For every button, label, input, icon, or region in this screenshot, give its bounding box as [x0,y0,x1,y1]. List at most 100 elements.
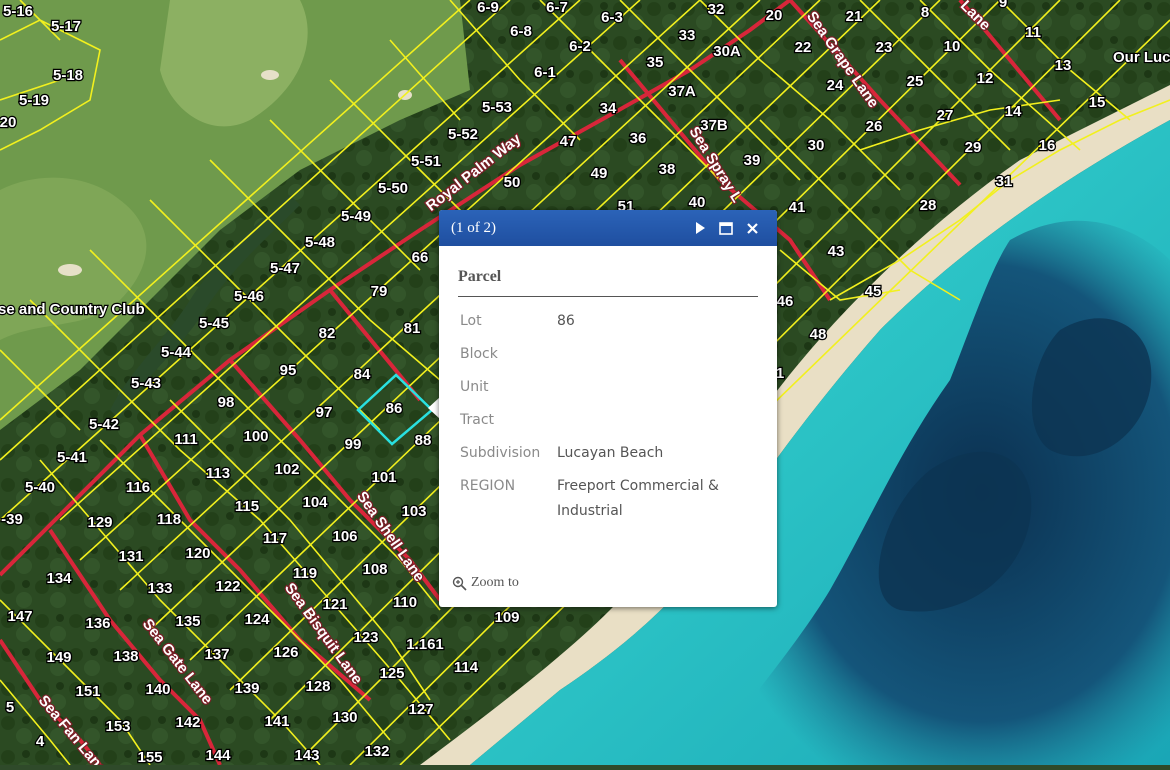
parcel-label: 41 [789,199,806,216]
parcel-label: 5 [6,699,14,716]
parcel-label: 8 [921,4,929,21]
parcel-label: 28 [920,197,937,214]
parcel-label: 125 [379,665,404,682]
parcel-label: 139 [234,680,259,697]
parcel-label: 5-41 [57,449,87,466]
parcel-label: 5-43 [131,375,161,392]
popup-header: (1 of 2) [439,210,777,246]
parcel-label: 21 [846,8,863,25]
next-arrow-icon [696,222,705,234]
parcel-label: 27 [937,107,954,124]
parcel-label: 31 [996,173,1013,190]
parcel-label: 5-47 [270,260,300,277]
parcel-label: 79 [371,283,388,300]
parcel-label: 115 [235,498,259,515]
parcel-label: 5-49 [341,208,371,225]
parcel-label: 109 [494,609,519,626]
parcel-label: 98 [218,394,235,411]
parcel-label: 5-18 [53,67,83,84]
parcel-label: 142 [175,714,200,731]
parcel-label: 84 [354,366,371,383]
parcel-label: 130 [332,709,357,726]
parcel-label: 38 [659,161,676,178]
parcel-label: 6-2 [569,38,591,55]
popup-title: Parcel [458,268,758,297]
parcel-label: 32 [708,1,725,18]
parcel-label: 26 [866,118,883,135]
place-label: se and Country Club [0,301,145,318]
parcel-label: 1 [776,365,784,382]
parcel-label: 12 [977,70,994,87]
parcel-label: 6-8 [510,23,532,40]
parcel-label: 104 [302,494,328,511]
parcel-label: 127 [408,701,433,718]
parcel-label: 81 [404,320,421,337]
parcel-label: 118 [157,511,181,528]
parcel-label: 153 [105,718,130,735]
maximize-button[interactable] [713,215,739,241]
parcel-label: 99 [345,436,362,453]
next-feature-button[interactable] [687,215,713,241]
parcel-label: 15 [1089,94,1106,111]
parcel-label: 25 [907,73,924,90]
parcel-label: 16 [1039,137,1056,154]
attribute-row: Tract [458,404,758,437]
parcel-label: 6-7 [546,0,568,16]
attribute-value: 86 [557,313,575,329]
parcel-label: 143 [294,747,319,764]
parcel-label: 137 [204,646,229,663]
parcel-label: 120 [185,545,210,562]
parcel-label: 5-50 [378,180,408,197]
parcel-label: 11 [1025,24,1041,41]
parcel-label: 5-40 [25,479,55,496]
parcel-label: 6-1 [534,64,556,81]
parcel-label: 5-52 [448,126,478,143]
attribute-value: Freeport Commercial & Industrial [557,478,719,519]
parcel-label: 100 [243,428,268,445]
parcel-label: 140 [145,681,170,698]
parcel-label: 123 [353,629,378,646]
attribute-value [555,338,758,371]
parcel-label: 108 [362,561,387,578]
close-icon [746,222,758,234]
identify-popup: (1 of 2) Parcel Lot 86 Block Unit Tract Subdi… [439,210,777,607]
zoom-to-link[interactable]: Zoom to [452,575,519,591]
parcel-label: 116 [126,479,150,496]
parcel-label: 132 [364,743,389,760]
zoom-to-label: Zoom to [471,575,519,590]
parcel-label: 149 [46,649,71,666]
parcel-label: 35 [647,54,664,71]
parcel-label: 97 [316,404,333,421]
parcel-label: 66 [412,249,429,266]
close-button[interactable] [739,215,765,241]
parcel-label: 131 [118,548,143,565]
parcel-label: 50 [504,174,521,191]
parcel-label: 102 [274,461,299,478]
parcel-label: 88 [415,432,432,449]
parcel-label: 36 [630,130,647,147]
popup-body: Parcel Lot 86 Block Unit Tract Subdivision Luc… [439,246,777,528]
parcel-label: 5-48 [305,234,335,251]
parcel-label: 43 [828,243,845,260]
attribute-key: Tract [460,412,495,428]
parcel-label: 5-46 [234,288,264,305]
parcel-label: 134 [46,570,72,587]
parcel-label: 6-3 [601,9,623,26]
parcel-label: 5-19 [19,92,49,109]
parcel-label: 40 [689,194,706,211]
parcel-label: 5-42 [89,416,119,433]
parcel-label: 82 [319,325,336,342]
parcel-label: 138 [113,648,138,665]
parcel-label: 136 [85,615,110,632]
attribute-key: Lot [460,313,482,329]
attribute-table: Lot 86 Block Unit Tract Subdivision Lucayan Be… [458,305,758,528]
parcel-label: 147 [7,608,32,625]
parcel-label: 37A [668,83,696,100]
parcel-label: 126 [273,644,298,661]
parcel-label: 4 [36,733,45,750]
parcel-label: 141 [264,713,289,730]
attribute-value [555,404,758,437]
parcel-label: 49 [591,165,608,182]
parcel-label: 20 [766,7,783,24]
parcel-label: 117 [263,530,287,547]
